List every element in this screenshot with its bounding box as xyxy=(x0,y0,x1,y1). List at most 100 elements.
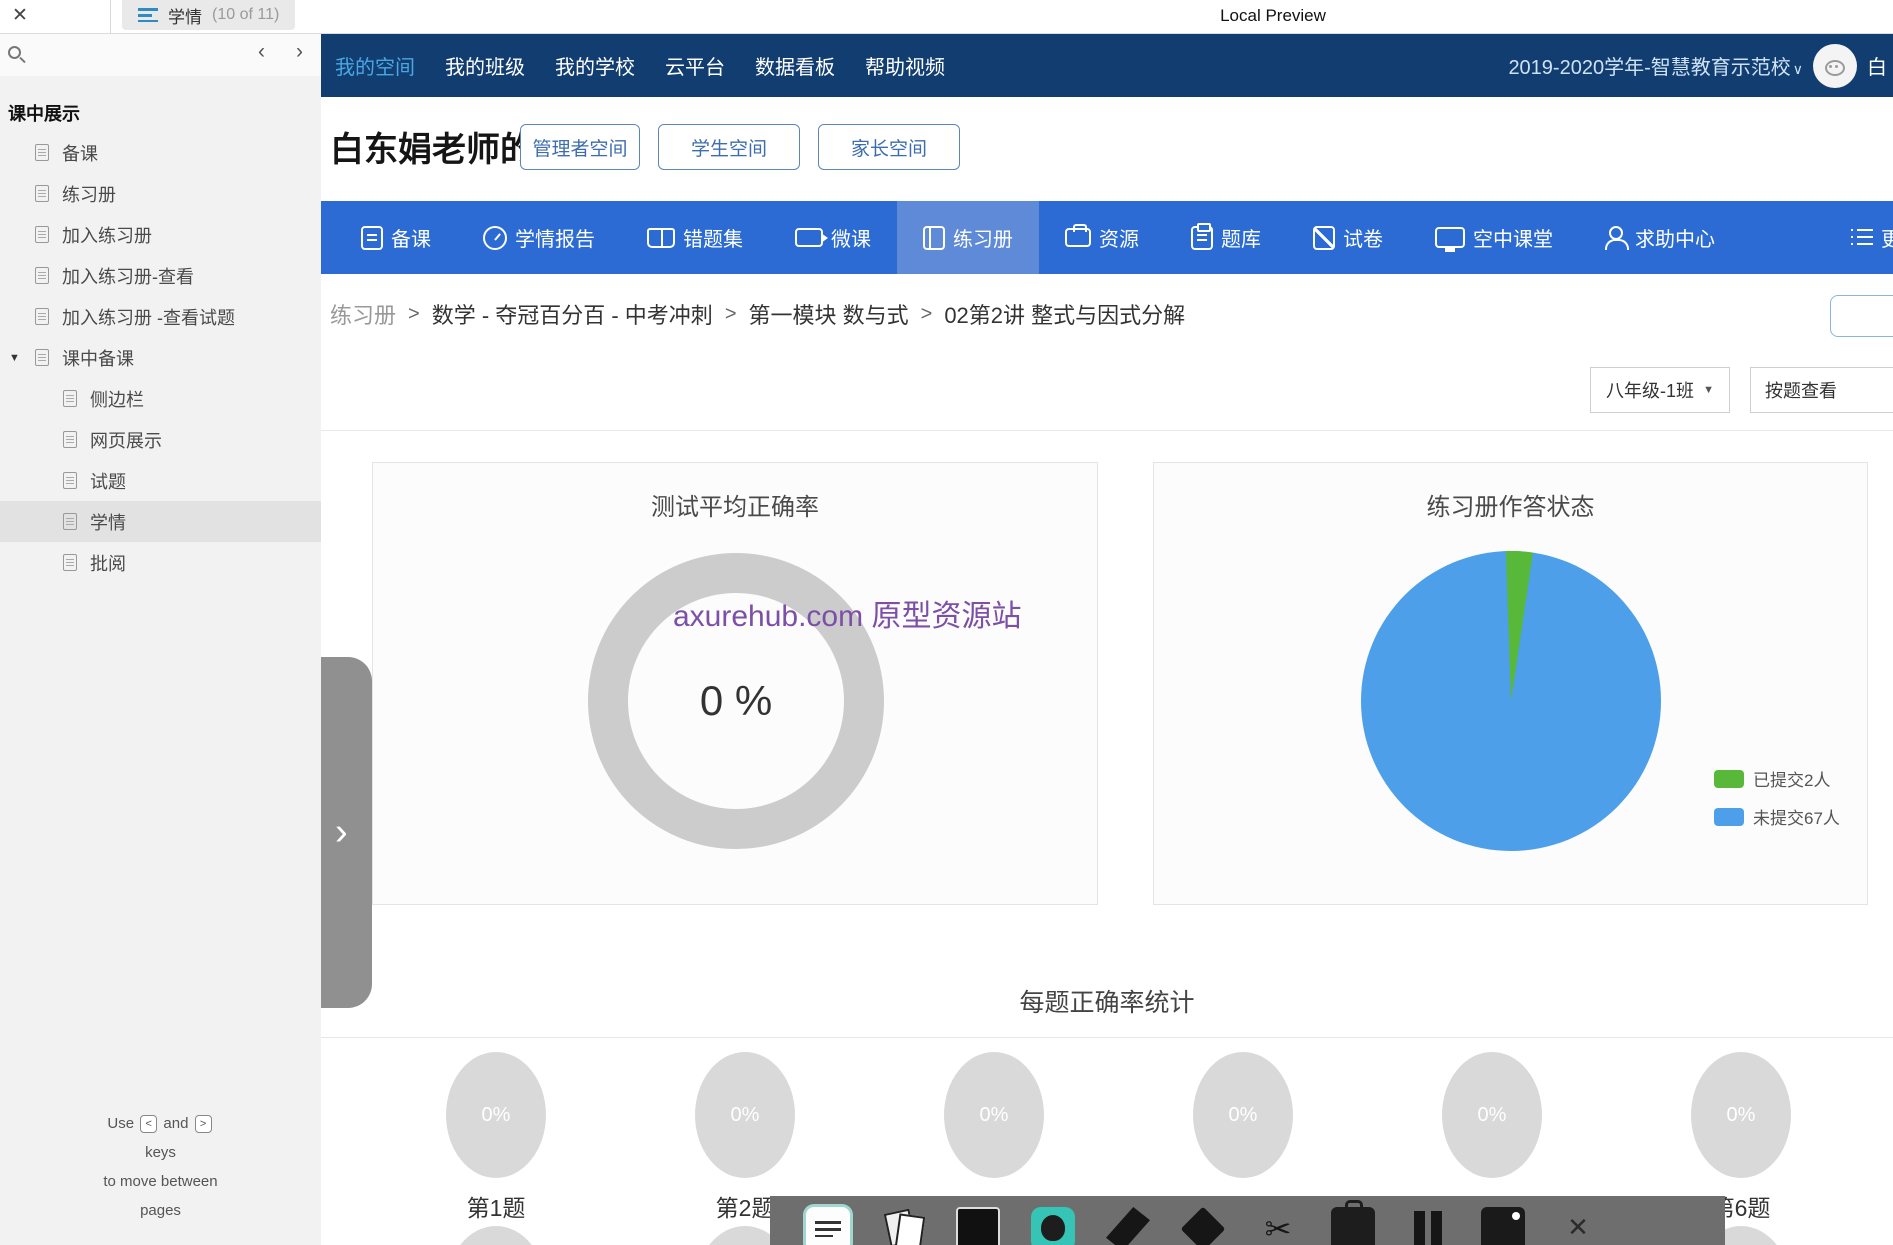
document-icon xyxy=(361,226,383,250)
avatar[interactable] xyxy=(1813,44,1857,88)
question-circle-6: 0% xyxy=(1691,1052,1791,1178)
question-circle-4: 0% xyxy=(1193,1052,1293,1178)
sidebar-item-xueqing-selected[interactable]: 学情 xyxy=(0,501,321,542)
chevron-down-icon: ∨ xyxy=(1793,61,1803,77)
top-navbar: 我的空间 我的班级 我的学校 云平台 数据看板 帮助视频 2019-2020学年… xyxy=(321,34,1893,97)
sidebar-item-jiaru-lianxice[interactable]: 加入练习册 xyxy=(0,214,321,255)
avg-accuracy-title: 测试平均正确率 xyxy=(373,487,1097,522)
menu-more[interactable]: 更 xyxy=(1825,201,1893,274)
notebook-icon xyxy=(923,226,945,250)
menu-label: 资源 xyxy=(1099,223,1139,252)
close-toolbar-icon[interactable]: ✕ xyxy=(1556,1207,1600,1245)
expand-caret-icon[interactable]: ▼ xyxy=(9,352,20,364)
nav-cloud-platform[interactable]: 云平台 xyxy=(665,51,725,80)
menu-label: 试卷 xyxy=(1343,223,1383,252)
sitemap-icon[interactable] xyxy=(138,8,158,22)
preview-top-strip: ✕ 学情 (10 of 11) Local Preview xyxy=(0,0,1893,34)
menu-ziyuan[interactable]: 资源 xyxy=(1039,201,1165,274)
menu-cuotiji[interactable]: 错题集 xyxy=(621,201,769,274)
class-select-dropdown[interactable]: 八年级-1班 ▼ xyxy=(1590,367,1730,413)
menu-beike[interactable]: 备课 xyxy=(335,201,457,274)
submission-status-title: 练习册作答状态 xyxy=(1154,487,1867,522)
menu-weike[interactable]: 微课 xyxy=(769,201,897,274)
menu-label: 题库 xyxy=(1221,223,1261,252)
video-camera-icon xyxy=(795,228,823,247)
menu-tiku[interactable]: 题库 xyxy=(1165,201,1287,274)
menu-label: 更 xyxy=(1881,223,1893,252)
menu-qiuzhu-zhongxin[interactable]: 求助中心 xyxy=(1579,201,1741,274)
legend-row-unsubmitted[interactable]: 未提交67人 xyxy=(1714,804,1840,829)
list-icon xyxy=(1851,226,1873,250)
pen-tool-icon[interactable] xyxy=(1106,1207,1150,1245)
page-icon xyxy=(35,226,49,243)
breadcrumb-segment[interactable]: 第一模块 数与式 xyxy=(749,298,909,330)
page-icon xyxy=(35,144,49,161)
school-year-dropdown[interactable]: 2019-2020学年-智慧教育示范校∨ xyxy=(1508,51,1803,80)
keyboard-hint: Use < and > keys to move between pages xyxy=(0,1109,321,1225)
local-preview-label: Local Preview xyxy=(1220,6,1326,26)
chevron-right-icon[interactable]: › xyxy=(296,40,303,64)
watermark-text: axurehub.com 原型资源站 xyxy=(673,591,1021,635)
bars-icon[interactable] xyxy=(1406,1207,1450,1245)
sidebar-item-beike[interactable]: 备课 xyxy=(0,132,321,173)
sidebar-item-piyue[interactable]: 批阅 xyxy=(0,542,321,583)
nav-help-videos[interactable]: 帮助视频 xyxy=(865,51,945,80)
legend-row-submitted[interactable]: 已提交2人 xyxy=(1714,766,1840,791)
submission-status-card: 练习册作答状态 已提交2人 未提交67人 xyxy=(1153,462,1868,905)
camera-icon[interactable] xyxy=(1481,1207,1525,1245)
black-screen-icon[interactable] xyxy=(956,1207,1000,1245)
admin-space-button[interactable]: 管理者空间 xyxy=(520,124,640,170)
page-icon xyxy=(63,472,77,489)
close-icon[interactable]: ✕ xyxy=(12,4,28,27)
menu-kongzhong-ketang[interactable]: 空中课堂 xyxy=(1409,201,1579,274)
scissors-icon[interactable]: ✂ xyxy=(1256,1207,1300,1245)
breadcrumb-root[interactable]: 练习册 xyxy=(330,298,396,330)
parent-space-button[interactable]: 家长空间 xyxy=(818,124,960,170)
breadcrumb-segment[interactable]: 数学 - 夺冠百分百 - 中考冲刺 xyxy=(432,298,713,330)
chevron-left-icon[interactable]: ‹ xyxy=(258,40,265,64)
per-question-title: 每题正确率统计 xyxy=(321,983,1893,1019)
nav-data-dashboard[interactable]: 数据看板 xyxy=(755,51,835,80)
dropdown-caret-icon: ▼ xyxy=(1703,384,1714,396)
nav-my-space[interactable]: 我的空间 xyxy=(335,51,415,80)
sidebar-item-jiaru-chakan[interactable]: 加入练习册-查看 xyxy=(0,255,321,296)
sidebar-item-kezhong-beike[interactable]: ▼课中备课 xyxy=(0,337,321,378)
app-launcher-icon[interactable] xyxy=(806,1207,850,1245)
sidebar-item-cebianlan[interactable]: 侧边栏 xyxy=(0,378,321,419)
question-circle-3: 0% xyxy=(944,1052,1044,1178)
menu-xueqing-baogao[interactable]: 学情报告 xyxy=(457,201,621,274)
menu-label: 求助中心 xyxy=(1635,223,1715,252)
sidebar-toolbar: ‹ › xyxy=(0,34,321,76)
teal-app-icon[interactable] xyxy=(1031,1207,1075,1245)
menu-lianxice-active[interactable]: 练习册 xyxy=(897,201,1039,274)
divider xyxy=(110,0,111,34)
menu-label: 练习册 xyxy=(953,223,1013,252)
sidebar-item-lianxice[interactable]: 练习册 xyxy=(0,173,321,214)
bag-icon[interactable] xyxy=(1331,1207,1375,1245)
breadcrumb: 练习册 > 数学 - 夺冠百分百 - 中考冲刺 > 第一模块 数与式 > 02第… xyxy=(330,298,1185,330)
breadcrumb-row: 练习册 > 数学 - 夺冠百分百 - 中考冲刺 > 第一模块 数与式 > 02第… xyxy=(321,274,1893,350)
nav-my-school[interactable]: 我的学校 xyxy=(555,51,635,80)
page-tab[interactable]: 学情 (10 of 11) xyxy=(122,0,295,30)
nav-my-class[interactable]: 我的班级 xyxy=(445,51,525,80)
menu-shijuan[interactable]: 试卷 xyxy=(1287,201,1409,274)
search-icon[interactable] xyxy=(8,46,21,59)
next-key-icon: > xyxy=(195,1115,212,1133)
main-content: 我的空间 我的班级 我的学校 云平台 数据看板 帮助视频 2019-2020学年… xyxy=(321,34,1893,1245)
view-by-question-button[interactable]: 按题查看 xyxy=(1750,367,1893,413)
student-space-button[interactable]: 学生空间 xyxy=(658,124,800,170)
documents-icon[interactable] xyxy=(881,1207,925,1245)
space-header: 白东娟老师的空间 管理者空间 学生空间 家长空间 xyxy=(321,97,1893,201)
breadcrumb-segment[interactable]: 02第2讲 整式与因式分解 xyxy=(944,298,1185,330)
diamond-tool-icon[interactable] xyxy=(1181,1207,1226,1245)
sidebar-collapse-handle[interactable]: › xyxy=(321,657,372,1008)
page-tab-count: (10 of 11) xyxy=(212,6,279,24)
sidebar-item-jiaru-chakan-shiti[interactable]: 加入练习册 -查看试题 xyxy=(0,296,321,337)
sidebar-item-wangye-zhanshi[interactable]: 网页展示 xyxy=(0,419,321,460)
clipboard-icon xyxy=(1191,226,1213,250)
breadcrumb-separator: > xyxy=(921,303,933,326)
sidebar-item-shiti[interactable]: 试题 xyxy=(0,460,321,501)
clipped-edge-button[interactable] xyxy=(1830,295,1893,337)
breadcrumb-separator: > xyxy=(408,303,420,326)
sidebar-item-label: 加入练习册 xyxy=(62,222,152,248)
